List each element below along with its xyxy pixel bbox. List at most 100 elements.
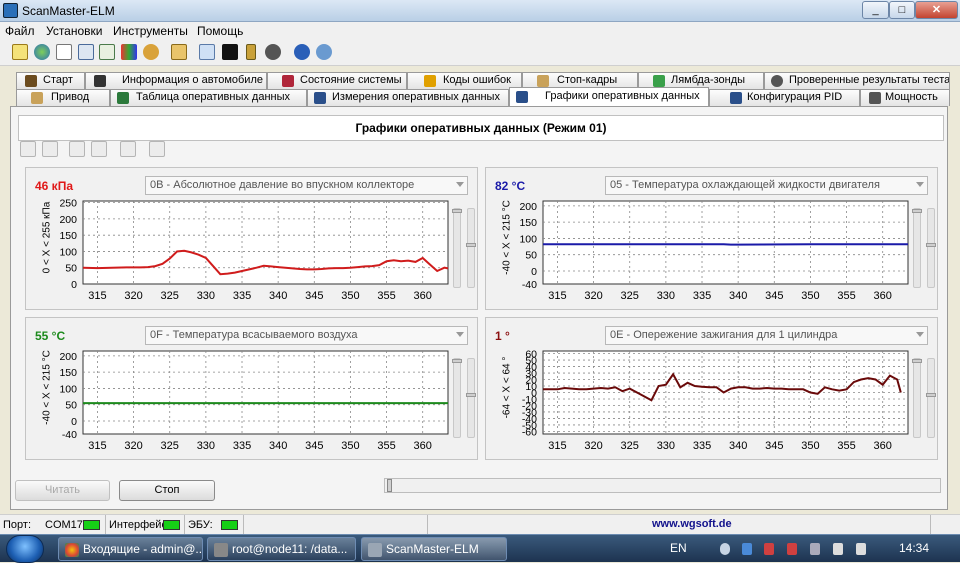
x-tick-label: 355 — [377, 440, 395, 452]
tab-error-codes[interactable]: Коды ошибок — [407, 72, 522, 89]
usb-icon[interactable] — [810, 543, 820, 555]
tab-power[interactable]: Мощность — [860, 89, 950, 106]
tab-vehicle-info[interactable]: Информация о автомобиле — [85, 72, 267, 89]
document-icon[interactable] — [56, 44, 72, 60]
slider-knob[interactable] — [466, 393, 476, 397]
clock[interactable]: 14:34 — [899, 541, 929, 555]
y-tick-label: 0 — [71, 416, 77, 428]
x-tick-label: 330 — [657, 290, 675, 302]
record-icon[interactable] — [265, 44, 281, 60]
x-tick-label: 340 — [269, 290, 287, 302]
battery-icon[interactable] — [246, 44, 256, 60]
y-tick-label: -40 — [62, 429, 77, 441]
tab-test-results[interactable]: Проверенные результаты теста — [764, 72, 950, 89]
settings-icon[interactable] — [143, 44, 159, 60]
slider-knob[interactable] — [926, 393, 936, 397]
tab-system-status[interactable]: Состояние системы — [267, 72, 407, 89]
info-icon[interactable] — [294, 44, 310, 60]
timeline-slider[interactable] — [384, 478, 941, 493]
globe-icon[interactable] — [34, 44, 50, 60]
panel-title: Графики оперативных данных (Режим 01) — [18, 115, 944, 141]
remove-graph-icon[interactable] — [42, 141, 58, 157]
add-graph-icon[interactable] — [20, 141, 36, 157]
x-tick-label: 350 — [341, 440, 359, 452]
save-icon[interactable] — [91, 141, 107, 157]
tab-row-1: Старт Информация о автомобиле Состояние … — [10, 72, 950, 89]
status-divider — [184, 515, 185, 535]
menu-tools[interactable]: Инструменты — [113, 24, 188, 38]
chart-icon[interactable] — [121, 44, 137, 60]
bluetooth-icon[interactable] — [742, 543, 752, 555]
offset-slider[interactable] — [467, 358, 475, 438]
connect-icon[interactable] — [12, 44, 28, 60]
graph-ignition-timing: 1 °0E - Опережение зажигания для 1 цилин… — [485, 317, 938, 460]
x-tick-label: 325 — [621, 290, 639, 302]
website-link[interactable]: www.wgsoft.de — [652, 518, 732, 530]
close-button[interactable]: ✕ — [915, 1, 958, 19]
open-icon[interactable] — [69, 141, 85, 157]
port-label: Порт: — [3, 519, 31, 531]
zoom-slider[interactable] — [453, 208, 461, 288]
volume-icon[interactable] — [856, 543, 866, 555]
interface-led — [163, 520, 180, 530]
slider-knob[interactable] — [466, 243, 476, 247]
network-icon[interactable] — [787, 543, 797, 555]
skype-icon[interactable] — [720, 543, 730, 555]
language-indicator[interactable]: EN — [670, 541, 687, 555]
stop-button[interactable]: Стоп — [119, 480, 215, 501]
menu-settings[interactable]: Установки — [46, 24, 102, 38]
tab-start[interactable]: Старт — [16, 72, 85, 89]
y-tick-label: -40 — [522, 279, 537, 291]
slider-knob[interactable] — [452, 209, 462, 213]
print-preview-icon[interactable] — [149, 141, 165, 157]
table-icon — [117, 92, 129, 104]
task-browser[interactable]: Входящие - admin@... — [58, 537, 203, 561]
tab-live-data-graphs[interactable]: Графики оперативных данных — [509, 87, 709, 106]
menu-file[interactable]: Файл — [5, 24, 35, 38]
offset-slider[interactable] — [927, 208, 935, 288]
scanmaster-icon — [368, 543, 382, 557]
battery-icon[interactable] — [833, 543, 843, 555]
graphs-panel: Графики оперативных данных (Режим 01) 46… — [10, 106, 948, 510]
grid-icon[interactable] — [78, 44, 94, 60]
timeline-slider-thumb[interactable] — [387, 479, 392, 492]
x-tick-label: 360 — [414, 440, 432, 452]
warning-icon — [424, 75, 436, 87]
tab-pid-config[interactable]: Конфигурация PID — [709, 89, 860, 106]
terminal-icon[interactable] — [222, 44, 238, 60]
print-icon[interactable] — [120, 141, 136, 157]
maximize-button[interactable]: □ — [889, 1, 915, 19]
minimize-button[interactable]: _ — [862, 1, 889, 19]
read-button[interactable]: Читать — [15, 480, 110, 501]
graph-svg: 3153203253303353403453503553602502001501… — [26, 168, 479, 311]
slider-knob[interactable] — [912, 209, 922, 213]
start-icon — [25, 75, 37, 87]
zoom-slider[interactable] — [913, 358, 921, 438]
x-tick-label: 325 — [621, 440, 639, 452]
security-icon[interactable] — [764, 543, 774, 555]
task-terminal[interactable]: root@node11: /data... — [207, 537, 356, 561]
zoom-slider[interactable] — [913, 208, 921, 288]
tab-live-data-table[interactable]: Таблица оперативных данных — [110, 89, 307, 106]
window-title: ScanMaster-ELM — [22, 4, 115, 18]
offset-slider[interactable] — [467, 208, 475, 288]
x-tick-label: 330 — [197, 440, 215, 452]
help-icon[interactable] — [316, 44, 332, 60]
slider-knob[interactable] — [912, 359, 922, 363]
menu-help[interactable]: Помощь — [197, 24, 243, 38]
slider-knob[interactable] — [452, 359, 462, 363]
task-scanmaster[interactable]: ScanMaster-ELM — [361, 537, 507, 561]
slider-knob[interactable] — [926, 243, 936, 247]
x-tick-label: 350 — [341, 290, 359, 302]
tab-drive[interactable]: Привод — [16, 89, 110, 106]
table-icon[interactable] — [99, 44, 115, 60]
clipboard-icon[interactable] — [171, 44, 187, 60]
zoom-slider[interactable] — [453, 358, 461, 438]
graph-svg: 3153203253303353403453503553606050403020… — [486, 318, 939, 461]
tab-live-data-measurements[interactable]: Измерения оперативных данных — [307, 89, 509, 106]
lambda-icon — [653, 75, 665, 87]
offset-slider[interactable] — [927, 358, 935, 438]
start-button[interactable] — [6, 535, 44, 563]
toolbar — [0, 40, 960, 66]
chat-icon[interactable] — [199, 44, 215, 60]
